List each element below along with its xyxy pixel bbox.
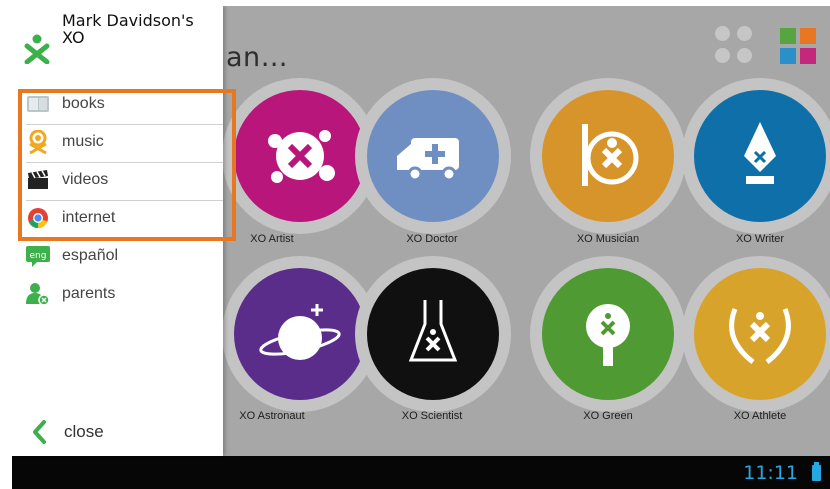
language-badge-text: eng [30, 251, 47, 261]
tile-xo-scientist[interactable] [355, 256, 511, 412]
menu-item-label: parents [62, 285, 116, 302]
color-squares-icon[interactable] [780, 28, 818, 66]
status-bar: 11:11 [12, 456, 830, 489]
splat-icon [234, 90, 366, 222]
background-title: an… [226, 42, 289, 73]
tree-icon [542, 268, 674, 400]
tile-label: XO Musician [576, 233, 640, 245]
tile-label: XO Writer [735, 233, 785, 245]
clock: 11:11 [743, 462, 798, 484]
profile-name: Mark Davidson's XO [62, 11, 194, 47]
musician-icon [542, 90, 674, 222]
close-label: close [64, 422, 104, 441]
chevron-left-icon [33, 420, 46, 444]
language-badge-icon: eng [26, 244, 50, 268]
planet-icon [234, 268, 366, 400]
laurel-icon [694, 268, 826, 400]
grid-view-icon[interactable] [715, 26, 755, 66]
xo-logo-icon [24, 34, 50, 64]
tile-xo-writer[interactable] [682, 78, 830, 234]
parents-icon [26, 282, 50, 306]
profile-header[interactable]: Mark Davidson's XO [12, 6, 223, 84]
tile-label: XO Scientist [401, 410, 463, 422]
tile-xo-green[interactable] [530, 256, 686, 412]
battery-icon [812, 462, 821, 481]
ambulance-icon [367, 90, 499, 222]
menu-item-parents[interactable]: parents [12, 275, 223, 313]
tile-label: XO Green [583, 410, 633, 422]
pen-nib-icon [694, 90, 826, 222]
highlight-box [18, 89, 236, 241]
tile-xo-doctor[interactable] [355, 78, 511, 234]
flask-icon [367, 268, 499, 400]
menu-item-label: español [62, 247, 119, 264]
close-button[interactable]: close [12, 414, 223, 450]
tile-label: XO Doctor [406, 233, 458, 245]
tile-xo-athlete[interactable] [682, 256, 830, 412]
tile-label: XO Athlete [733, 410, 787, 422]
tile-xo-musician[interactable] [530, 78, 686, 234]
tablet-screen: an… XO Artist XO Doctor XO Musician XO W… [12, 6, 830, 489]
menu-item-espanol[interactable]: eng español [12, 237, 223, 275]
